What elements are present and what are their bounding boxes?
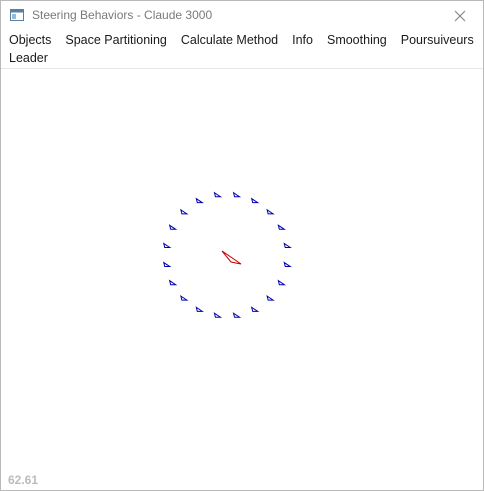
pursuer-agent [266, 295, 275, 301]
pursuer-agent [213, 312, 223, 318]
pursuer-agent [162, 261, 172, 268]
menu-poursuiveurs[interactable]: Poursuiveurs [394, 31, 481, 50]
app-window-icon [10, 9, 24, 21]
leader-agent [221, 250, 242, 265]
close-icon [454, 10, 466, 22]
menu-leader[interactable]: Leader [2, 49, 55, 68]
pursuer-agent [283, 242, 292, 248]
pursuer-agent [168, 279, 178, 286]
menu-info[interactable]: Info [285, 31, 320, 50]
pursuer-agent [266, 208, 275, 215]
pursuer-agent [168, 224, 178, 230]
title-bar[interactable]: Steering Behaviors - Claude 3000 [1, 1, 483, 31]
pursuer-agent [162, 242, 172, 248]
pursuer-agent [277, 224, 287, 230]
menu-objects[interactable]: Objects [2, 31, 58, 50]
pursuer-agent [283, 261, 292, 268]
pursuer-agent [232, 312, 242, 318]
pursuer-agent [195, 306, 204, 312]
pursuer-agent [180, 295, 189, 301]
pursuer-agent [232, 191, 242, 198]
app-window: Steering Behaviors - Claude 3000 Objects… [0, 0, 484, 491]
menu-bar: Objects Space Partitioning Calculate Met… [1, 31, 483, 69]
pursuer-agent [277, 279, 287, 286]
pursuer-agent [180, 208, 189, 215]
pursuer-agent [250, 306, 260, 312]
window-title: Steering Behaviors - Claude 3000 [32, 8, 213, 22]
close-button[interactable] [437, 1, 483, 31]
pursuer-agent [213, 191, 223, 198]
menu-space-partitioning[interactable]: Space Partitioning [58, 31, 173, 50]
menu-smoothing[interactable]: Smoothing [320, 31, 394, 50]
menu-calculate-method[interactable]: Calculate Method [174, 31, 285, 50]
fps-counter: 62.61 [8, 473, 39, 487]
pursuer-agent [195, 197, 204, 204]
simulation-canvas[interactable] [1, 69, 483, 490]
pursuer-agent [250, 197, 260, 204]
